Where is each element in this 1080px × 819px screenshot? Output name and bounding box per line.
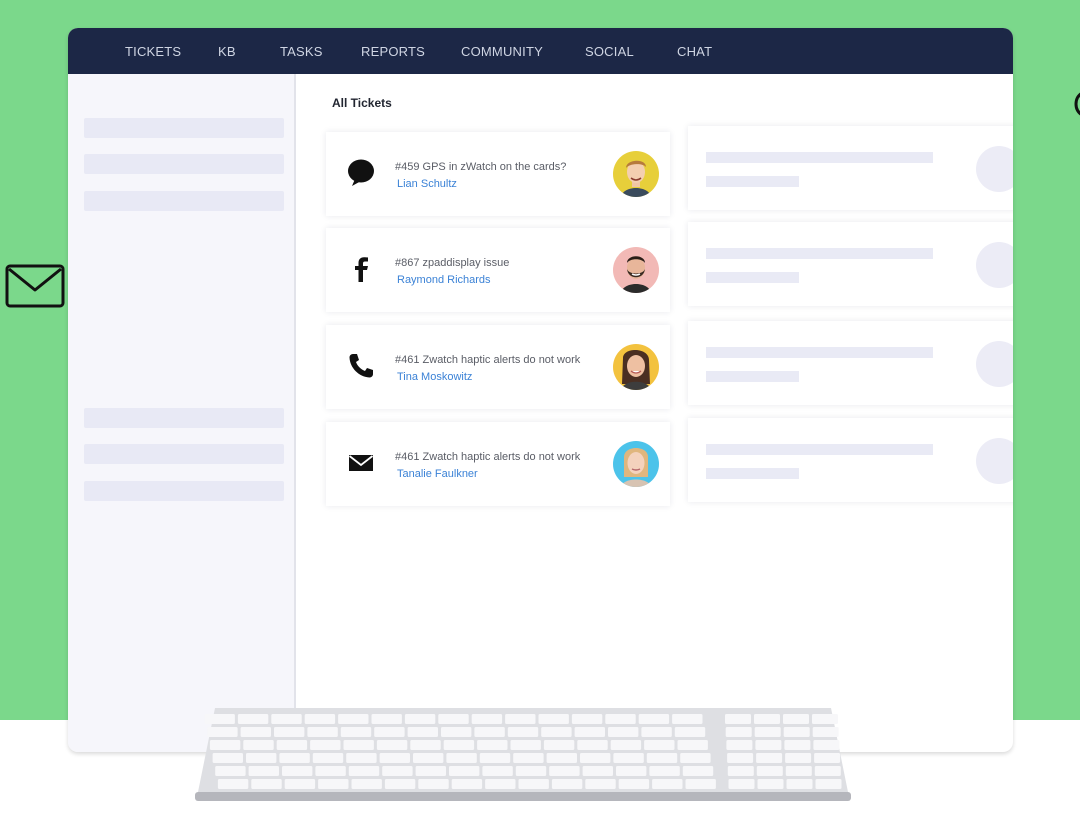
placeholder-card	[688, 321, 1013, 405]
placeholder-line	[706, 248, 933, 259]
avatar	[613, 441, 659, 487]
placeholder-line	[706, 272, 799, 283]
ticket-contact-link[interactable]: Tanalie Faulkner	[397, 468, 478, 480]
ticket-contact-link[interactable]: Raymond Richards	[397, 274, 491, 286]
curve-doodle	[1074, 92, 1080, 116]
nav-tasks[interactable]: TASKS	[280, 28, 323, 74]
placeholder-line	[706, 468, 799, 479]
ticket-card[interactable]: #459 GPS in zWatch on the cards? Lian Sc…	[326, 132, 670, 216]
ticket-contact-link[interactable]: Tina Moskowitz	[397, 371, 472, 383]
placeholder-card	[688, 418, 1013, 502]
chat-bubble-icon	[346, 158, 376, 188]
nav-chat[interactable]: CHAT	[677, 28, 712, 74]
avatar	[613, 151, 659, 197]
nav-reports[interactable]: REPORTS	[361, 28, 425, 74]
placeholder-card	[688, 126, 1013, 210]
sidebar-placeholder	[84, 408, 284, 428]
placeholder-avatar	[976, 341, 1013, 387]
placeholder-line	[706, 444, 933, 455]
keyboard-illustration	[195, 708, 851, 801]
placeholder-avatar	[976, 438, 1013, 484]
ticket-subject: #461 Zwatch haptic alerts do not work	[395, 451, 581, 463]
sidebar-placeholder	[84, 154, 284, 174]
placeholder-card	[688, 222, 1013, 306]
ticket-subject: #459 GPS in zWatch on the cards?	[395, 161, 567, 173]
avatar	[613, 344, 659, 390]
placeholder-avatar	[976, 242, 1013, 288]
placeholder-line	[706, 371, 799, 382]
nav-tickets[interactable]: TICKETS	[125, 28, 181, 74]
ticket-contact-link[interactable]: Lian Schultz	[397, 178, 457, 190]
helpdesk-window: TICKETS KB TASKS REPORTS COMMUNITY SOCIA…	[68, 28, 1013, 752]
avatar	[613, 247, 659, 293]
sidebar-placeholder	[84, 481, 284, 501]
facebook-icon	[346, 254, 376, 284]
ticket-card[interactable]: #867 zpaddisplay issue Raymond Richards	[326, 228, 670, 312]
ticket-subject: #461 Zwatch haptic alerts do not work	[395, 354, 581, 366]
nav-kb[interactable]: KB	[218, 28, 236, 74]
top-navigation: TICKETS KB TASKS REPORTS COMMUNITY SOCIA…	[68, 28, 1013, 74]
sidebar-placeholder	[84, 191, 284, 211]
sidebar-placeholder	[84, 444, 284, 464]
placeholder-line	[706, 176, 799, 187]
page-title: All Tickets	[332, 96, 392, 110]
ticket-card[interactable]: #461 Zwatch haptic alerts do not work Ta…	[326, 422, 670, 506]
phone-icon	[346, 351, 376, 381]
nav-social[interactable]: SOCIAL	[585, 28, 634, 74]
mail-icon	[346, 448, 376, 478]
ticket-subject: #867 zpaddisplay issue	[395, 257, 510, 269]
sidebar-placeholder	[84, 118, 284, 138]
placeholder-line	[706, 347, 933, 358]
nav-community[interactable]: COMMUNITY	[461, 28, 543, 74]
placeholder-line	[706, 152, 933, 163]
sidebar	[68, 74, 296, 752]
ticket-card[interactable]: #461 Zwatch haptic alerts do not work Ti…	[326, 325, 670, 409]
envelope-icon	[5, 264, 65, 308]
placeholder-avatar	[976, 146, 1013, 192]
